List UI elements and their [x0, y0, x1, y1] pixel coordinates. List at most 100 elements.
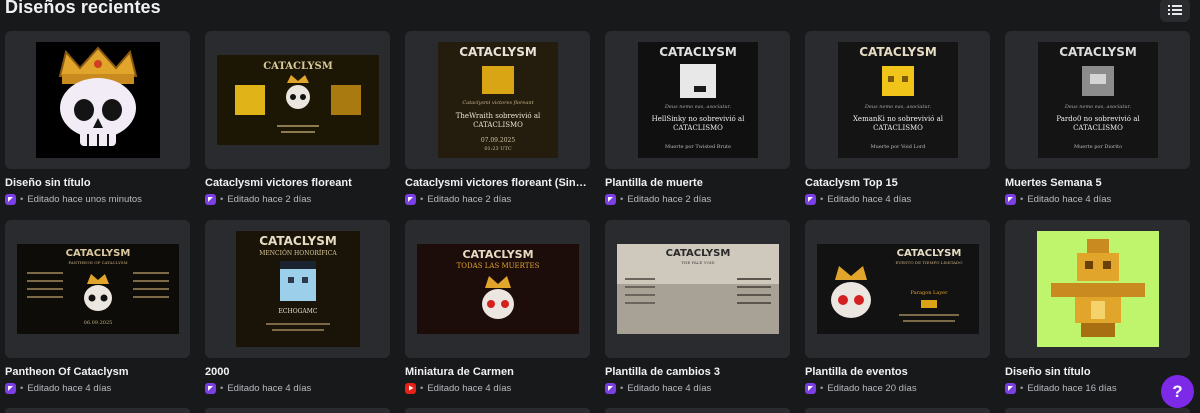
design-thumbnail[interactable]: CATACLYSM [205, 31, 390, 169]
header: Diseños recientes [0, 0, 1200, 26]
design-meta: • Editado hace unos minutos [5, 193, 142, 205]
design-title[interactable]: Miniatura de Carmen [405, 366, 590, 378]
thumb-line1: ECHOGAMC [278, 308, 317, 315]
design-title[interactable]: Diseño sin título [1005, 366, 1190, 378]
separator-dot: • [20, 382, 24, 394]
canva-logo-icon [205, 193, 216, 205]
design-meta: • Editado hace 4 días [405, 382, 511, 394]
design-title[interactable]: Cataclysmi victores floreant [205, 177, 390, 189]
design-thumbnail[interactable]: CATACLYSM THE PALE VOID [605, 220, 790, 358]
design-thumbnail[interactable]: CATACLYSM EVENTO DE TIEMPO LIMITADO Para… [805, 220, 990, 358]
golden-totem-thumbnail [1036, 231, 1159, 347]
thumb-line1: Paragon Layer [910, 290, 948, 296]
thumb-time: 01:23 UTC [484, 146, 512, 152]
thumb-headline: CATACLYSM [659, 45, 737, 59]
design-thumbnail[interactable]: CATACLYSM MENCIÓN HONORÍFICA ECHOGAMC [205, 220, 390, 358]
thumb-caption: Deus nemo eas, asociatur. [863, 104, 931, 110]
cataclysm-victors-thumbnail: CATACLYSM [216, 55, 379, 145]
thumb-caption: EVENTO DE TIEMPO LIMITADO [895, 260, 963, 265]
card-peek [1005, 408, 1190, 413]
edited-time: Editado hace 2 días [227, 193, 312, 205]
skull-crown-thumbnail [35, 42, 160, 158]
design-title[interactable]: Cataclysmi victores floreant (Single) [405, 177, 590, 189]
separator-dot: • [220, 382, 224, 394]
thumb-line1: HellSinky no sobrevivió al [651, 115, 744, 123]
design-card[interactable]: CATACLYSM Deus nemo eas, asociatur. Xema… [805, 31, 990, 220]
help-icon: ? [1172, 381, 1183, 401]
design-card[interactable]: CATACLYSM Deus nemo eas, asociatur. Pard… [1005, 31, 1190, 220]
card-peek [205, 408, 390, 413]
design-thumbnail[interactable]: CATACLYSM Deus nemo eas, asociatur. Hell… [605, 31, 790, 169]
design-title[interactable]: Plantilla de cambios 3 [605, 366, 790, 378]
design-card[interactable]: CATACLYSM THE PALE VOID Plantilla de cam… [605, 220, 790, 409]
designs-grid: Diseño sin título • Editado hace unos mi… [5, 31, 1190, 409]
design-meta: • Editado hace 2 días [205, 193, 311, 205]
card-peek [805, 408, 990, 413]
design-card[interactable]: CATACLYSM PANTHEON OF CATACLYSM 06.09.20… [5, 220, 190, 409]
edited-time: Editado hace 2 días [427, 193, 512, 205]
edited-time: Editado hace 4 días [1027, 193, 1112, 205]
design-thumbnail[interactable]: CATACLYSM Deus nemo eas, asociatur. Pard… [1005, 31, 1190, 169]
changes-template-thumbnail: CATACLYSM THE PALE VOID [616, 244, 779, 334]
separator-dot: • [420, 382, 424, 394]
edited-time: Editado hace 4 días [427, 382, 512, 394]
thumb-line2: CATACLISMO [673, 124, 723, 132]
edited-time: Editado hace 4 días [27, 382, 112, 394]
design-title[interactable]: Muertes Semana 5 [1005, 177, 1190, 189]
separator-dot: • [20, 193, 24, 205]
design-card[interactable]: CATACLYSM Deus nemo eas, asociatur. Hell… [605, 31, 790, 220]
cataclysm-single-thumbnail: CATACLYSM Cataclysmi victores floreant T… [437, 42, 558, 158]
edited-time: Editado hace 20 días [827, 382, 917, 394]
design-meta: • Editado hace 2 días [605, 193, 711, 205]
design-title[interactable]: 2000 [205, 366, 390, 378]
design-meta: • Editado hace 4 días [805, 193, 911, 205]
design-card[interactable]: CATACLYSM TODAS LAS MUERTES Miniatura de… [405, 220, 590, 409]
design-card[interactable]: CATACLYSM EVENTO DE TIEMPO LIMITADO Para… [805, 220, 990, 409]
design-card[interactable]: CATACLYSM MENCIÓN HONORÍFICA ECHOGAMC 20… [205, 220, 390, 409]
canva-logo-icon [5, 193, 16, 205]
design-title[interactable]: Pantheon Of Cataclysm [5, 366, 190, 378]
next-row-peek [5, 408, 1190, 413]
design-thumbnail[interactable] [5, 31, 190, 169]
design-card[interactable]: Diseño sin título • Editado hace unos mi… [5, 31, 190, 220]
design-title[interactable]: Cataclysm Top 15 [805, 177, 990, 189]
design-meta: • Editado hace 16 días [1005, 382, 1117, 394]
thumb-caption: PANTHEON OF CATACLYSM [68, 260, 127, 265]
thumb-caption: MENCIÓN HONORÍFICA [259, 249, 337, 257]
thumb-caption: THE PALE VOID [681, 260, 714, 265]
card-peek [405, 408, 590, 413]
design-meta: • Editado hace 20 días [805, 382, 917, 394]
carmen-thumbnail: CATACLYSM TODAS LAS MUERTES [416, 244, 579, 334]
page-title: Diseños recientes [5, 0, 161, 17]
help-button[interactable]: ? [1161, 375, 1194, 408]
list-view-icon [1168, 5, 1182, 15]
design-thumbnail[interactable]: CATACLYSM TODAS LAS MUERTES [405, 220, 590, 358]
view-toggle-button[interactable] [1160, 0, 1190, 22]
canva-logo-icon [5, 382, 16, 394]
canva-logo-icon [805, 193, 816, 205]
design-thumbnail[interactable] [1005, 220, 1190, 358]
design-card[interactable]: CATACLYSM Cataclysmi victores floreant •… [205, 31, 390, 220]
design-card[interactable]: Diseño sin título • Editado hace 16 días [1005, 220, 1190, 409]
thumb-line1: XemanKi no sobrevivió al [852, 115, 943, 123]
design-thumbnail[interactable]: CATACLYSM Deus nemo eas, asociatur. Xema… [805, 31, 990, 169]
design-title[interactable]: Plantilla de muerte [605, 177, 790, 189]
honorable-mention-thumbnail: CATACLYSM MENCIÓN HONORÍFICA ECHOGAMC [235, 231, 360, 347]
canva-logo-icon [1005, 193, 1016, 205]
design-card[interactable]: CATACLYSM Cataclysmi victores floreant T… [405, 31, 590, 220]
thumb-caption: TODAS LAS MUERTES [456, 262, 539, 270]
design-thumbnail[interactable]: CATACLYSM Cataclysmi victores floreant T… [405, 31, 590, 169]
design-title[interactable]: Diseño sin título [5, 177, 190, 189]
separator-dot: • [220, 193, 224, 205]
thumb-line1: Pardo0 no sobrevivió al [1056, 115, 1140, 123]
top15-thumbnail: CATACLYSM Deus nemo eas, asociatur. Xema… [837, 42, 958, 158]
design-thumbnail[interactable]: CATACLYSM PANTHEON OF CATACLYSM 06.09.20… [5, 220, 190, 358]
canva-logo-icon [605, 382, 616, 394]
separator-dot: • [620, 193, 624, 205]
thumb-date: 07.09.2025 [480, 137, 515, 144]
design-meta: • Editado hace 4 días [1005, 193, 1111, 205]
thumb-line2: CATACLISMO [473, 121, 523, 129]
design-title[interactable]: Plantilla de eventos [805, 366, 990, 378]
thumb-line2: CATACLISMO [873, 124, 923, 132]
separator-dot: • [820, 382, 824, 394]
